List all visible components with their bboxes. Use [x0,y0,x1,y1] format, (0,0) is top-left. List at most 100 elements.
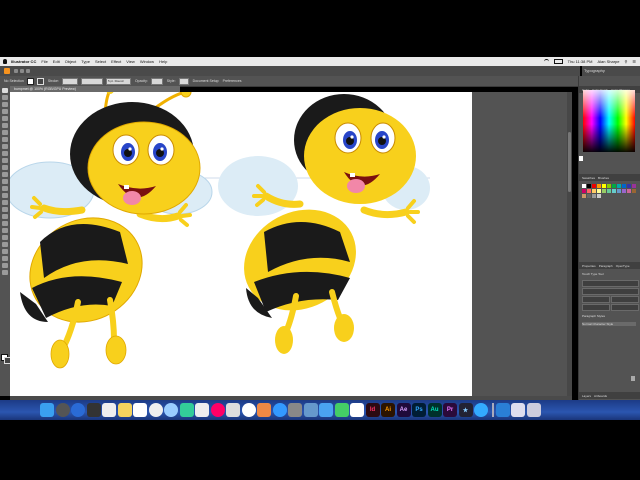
swatch[interactable] [632,184,636,188]
spotlight-icon[interactable]: ⚲ [624,59,627,64]
swatch[interactable] [607,184,611,188]
document-setup-button[interactable]: Document Setup [193,79,219,83]
zoom-tool-icon[interactable] [2,270,8,275]
tab-properties[interactable]: Properties [582,264,596,268]
audition-icon[interactable]: Au [427,403,442,417]
rectangle-tool-icon[interactable] [2,137,8,142]
leading-field[interactable] [611,296,639,303]
pencil-tool-icon[interactable] [2,151,8,156]
variable-width-dropdown[interactable] [80,77,103,85]
swatch[interactable] [592,184,596,188]
trash-icon[interactable] [631,376,635,381]
perspective-grid-tool-icon[interactable] [2,200,8,205]
mesh-tool-icon[interactable] [2,207,8,212]
tracking-field[interactable] [611,304,639,311]
calendar-icon[interactable] [133,403,147,417]
wifi-icon[interactable] [543,59,549,64]
ibooks-store-icon[interactable] [257,403,271,417]
illustrator-app-icon[interactable] [4,68,10,74]
tab-artboards[interactable]: Artboards [594,394,607,398]
ibooks-icon[interactable] [226,403,240,417]
direct-selection-tool-icon[interactable] [2,95,8,100]
photoshop-icon[interactable]: Ps [412,403,426,417]
preview-icon[interactable] [303,403,318,417]
swatch[interactable] [627,184,631,188]
stroke-weight-field[interactable] [61,77,78,85]
rotate-tool-icon[interactable] [2,165,8,170]
swatch[interactable] [607,189,611,193]
color-spectrum[interactable] [583,90,635,152]
brush-dropdown[interactable]: 5 pt. Round [105,77,131,85]
menu-object[interactable]: Object [65,59,77,64]
user-name[interactable]: Alan Sharpe [597,59,619,64]
menu-help[interactable]: Help [159,59,167,64]
swatch[interactable] [587,194,591,198]
bridge-icon[interactable] [14,69,18,73]
arrange-documents-icon[interactable] [20,69,24,73]
notification-icon[interactable]: ☰ [632,59,636,64]
symbol-sprayer-tool-icon[interactable] [2,235,8,240]
swatch[interactable] [597,189,601,193]
style-dropdown[interactable] [178,77,189,85]
slice-tool-icon[interactable] [2,256,8,261]
preferences-button[interactable]: Preferences [223,79,242,83]
magic-wand-tool-icon[interactable] [2,102,8,107]
width-tool-icon[interactable] [2,179,8,184]
free-transform-tool-icon[interactable] [2,186,8,191]
eraser-tool-icon[interactable] [2,158,8,163]
indesign-icon[interactable]: Id [365,403,380,417]
messages-icon[interactable] [164,403,178,417]
line-tool-icon[interactable] [2,130,8,135]
opacity-field[interactable] [150,77,163,85]
menu-view[interactable]: View [126,59,135,64]
menu-app[interactable]: Illustrator CC [11,59,36,64]
swatch[interactable] [617,184,621,188]
vertical-scrollbar[interactable] [567,92,572,396]
swatch[interactable] [622,184,626,188]
document-tab[interactable]: bumpmet @ 100% (RGB/GPU Preview) [10,86,180,92]
workspace-switcher[interactable]: Typography [582,66,640,76]
premiere-icon[interactable]: Pr [443,403,457,417]
app-store-icon[interactable] [272,403,287,417]
menu-edit[interactable]: Edit [53,59,60,64]
tab-layers[interactable]: Layers [582,394,591,398]
kerning-field[interactable] [582,304,610,311]
bee-illustration[interactable] [10,92,472,396]
menu-effect[interactable]: Effect [111,59,121,64]
photos-icon[interactable] [241,403,256,417]
hand-tool-icon[interactable] [2,263,8,268]
font-style-field[interactable] [582,288,639,295]
gpu-icon[interactable] [26,69,30,73]
mission-control-icon[interactable] [86,403,101,417]
stroke-swatch[interactable] [36,77,44,85]
eyedropper-tool-icon[interactable] [2,221,8,226]
selection-tool-icon[interactable] [2,88,8,93]
artboard-tool-icon[interactable] [2,249,8,254]
swatch[interactable] [587,184,591,188]
menu-select[interactable]: Select [95,59,106,64]
swatch[interactable] [612,184,616,188]
itunes-icon[interactable] [210,403,225,417]
column-graph-tool-icon[interactable] [2,242,8,247]
type-tool-icon[interactable] [2,123,8,128]
fill-swatch[interactable] [26,77,34,85]
paintbrush-tool-icon[interactable] [2,144,8,149]
shape-builder-tool-icon[interactable] [2,193,8,198]
gradient-tool-icon[interactable] [2,214,8,219]
trash-can-icon[interactable] [526,403,541,417]
documents-stack-icon[interactable] [511,403,525,417]
swatch[interactable] [587,189,591,193]
facetime-icon[interactable] [179,403,194,417]
system-preferences-icon[interactable] [288,403,302,417]
swatch[interactable] [602,184,606,188]
tab-brushes[interactable]: Brushes [598,176,609,180]
tab-swatches[interactable]: Swatches [582,176,595,180]
tab-opentype[interactable]: OpenType [616,264,630,268]
swatch[interactable] [582,194,586,198]
safari-icon[interactable] [474,403,488,417]
keynote-icon[interactable] [319,403,333,417]
scale-tool-icon[interactable] [2,172,8,177]
swatch[interactable] [632,189,636,193]
normal-character-style[interactable]: Normal Character Style [582,322,636,326]
illustrator-icon[interactable]: Ai [381,403,395,417]
